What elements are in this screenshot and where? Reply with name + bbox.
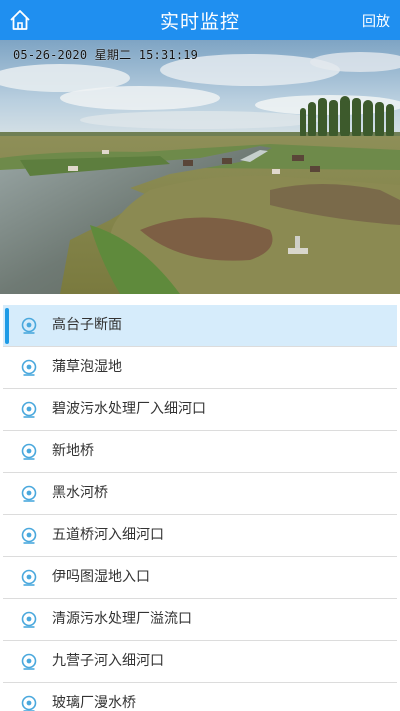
- camera-list: 高台子断面 蒲草泡湿地 碧波污水处理厂入细河口 新地桥 黑水河桥 五道桥河入细河…: [0, 305, 400, 711]
- camera-icon: [21, 443, 37, 460]
- playback-button[interactable]: 回放: [362, 11, 390, 31]
- camera-icon: [21, 695, 37, 711]
- camera-name: 碧波污水处理厂入细河口: [52, 401, 206, 417]
- camera-list-item[interactable]: 新地桥: [3, 431, 397, 473]
- camera-list-item[interactable]: 黑水河桥: [3, 473, 397, 515]
- camera-name: 清源污水处理厂溢流口: [52, 611, 192, 627]
- camera-name: 玻璃厂漫水桥: [52, 695, 136, 711]
- camera-icon: [21, 569, 37, 586]
- camera-list-item[interactable]: 碧波污水处理厂入细河口: [3, 389, 397, 431]
- camera-name: 黑水河桥: [52, 485, 108, 501]
- video-player[interactable]: 05-26-2020 星期二 15:31:19: [0, 40, 400, 294]
- camera-icon: [21, 611, 37, 628]
- camera-icon: [21, 653, 37, 670]
- page-title: 实时监控: [159, 10, 240, 33]
- camera-icon: [21, 527, 37, 544]
- camera-icon: [21, 317, 37, 334]
- camera-name: 五道桥河入细河口: [52, 527, 164, 543]
- top-bar: 实时监控 回放: [0, 0, 400, 40]
- camera-name: 新地桥: [52, 443, 94, 459]
- camera-list-item[interactable]: 蒲草泡湿地: [3, 347, 397, 389]
- camera-list-item[interactable]: 清源污水处理厂溢流口: [3, 599, 397, 641]
- selection-indicator: [5, 308, 9, 344]
- camera-name: 高台子断面: [52, 317, 122, 333]
- camera-name: 蒲草泡湿地: [52, 359, 122, 375]
- camera-icon: [21, 401, 37, 418]
- camera-icon: [21, 359, 37, 376]
- camera-list-item[interactable]: 伊吗图湿地入口: [3, 557, 397, 599]
- camera-list-item[interactable]: 五道桥河入细河口: [3, 515, 397, 557]
- video-timestamp: 05-26-2020 星期二 15:31:19: [13, 48, 199, 62]
- video-frame: [0, 40, 400, 294]
- camera-name: 九营子河入细河口: [52, 653, 164, 669]
- camera-list-item[interactable]: 高台子断面: [3, 305, 397, 347]
- camera-name: 伊吗图湿地入口: [52, 569, 150, 585]
- camera-list-item[interactable]: 九营子河入细河口: [3, 641, 397, 683]
- camera-list-item[interactable]: 玻璃厂漫水桥: [3, 683, 397, 711]
- camera-icon: [21, 485, 37, 502]
- home-icon[interactable]: [8, 8, 32, 32]
